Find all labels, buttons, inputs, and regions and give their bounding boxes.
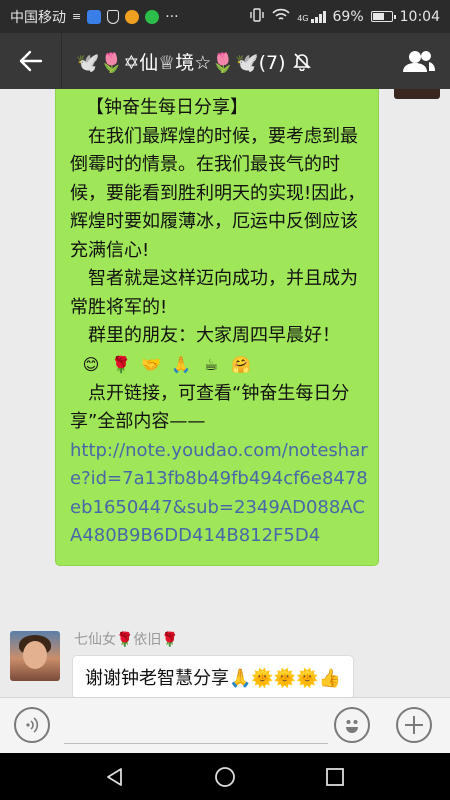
voice-button[interactable] <box>14 707 50 743</box>
message-paragraph: 在我们最辉煌的时候，要考虑到最倒霉时的情景。在我们最丧气的时候，要能看到胜利明天… <box>70 125 366 261</box>
group-members-button[interactable] <box>388 33 450 89</box>
back-button[interactable] <box>0 33 62 89</box>
message-paragraph: 群里的朋友：大家周四早晨好！ <box>88 325 340 346</box>
message-paragraph: 点开链接，可查看“钟奋生每日分享”全部内容—— <box>70 382 350 433</box>
sim-icon: ≡ <box>72 10 82 23</box>
nav-back-icon <box>107 767 122 786</box>
clock: 10:04 <box>399 8 440 25</box>
emoji-icon <box>346 720 358 733</box>
vibrate-icon <box>249 7 265 26</box>
signal-icon <box>310 10 326 23</box>
chat-title: 🕊️🌷✡仙♕境☆🌷🕊️(7) <box>62 48 388 75</box>
app-notification-icon <box>87 9 102 24</box>
nav-home-button[interactable] <box>205 757 245 797</box>
emoji-row: 😊 🌹 🤝 🙏 ☕ 🤗 <box>70 351 368 380</box>
back-arrow-icon <box>19 50 42 72</box>
battery-percent: 69% <box>332 8 364 25</box>
chat-title-bar: 🕊️🌷✡仙♕境☆🌷🕊️(7) <box>0 33 450 89</box>
group-name: 🕊️🌷✡仙♕境☆🌷🕊️(7) <box>76 51 286 74</box>
rose-emoji-icon: 🌹 <box>111 354 131 374</box>
message-heading: 【钟奋生每日分享】 <box>86 97 248 118</box>
voice-icon <box>26 717 39 733</box>
message-app-icon <box>145 9 160 24</box>
group-members-icon <box>403 51 435 72</box>
network-type-label: 4G <box>297 13 309 23</box>
message-paragraph: 智者就是这样迈向成功，并且成为常胜将军的! <box>70 268 358 318</box>
nav-back-button[interactable] <box>95 757 135 797</box>
pray-emoji-icon: 🙏 <box>171 354 191 374</box>
shield-icon <box>107 9 120 24</box>
incoming-message-bubble[interactable]: 谢谢钟老智慧分享🙏🌞🌞🌞👍 <box>72 655 355 697</box>
hug-emoji-icon: 🤗 <box>231 354 251 374</box>
nav-home-icon <box>215 766 235 787</box>
nav-recents-icon <box>326 767 344 786</box>
wifi-icon <box>272 8 290 26</box>
system-navigation-bar <box>0 753 450 800</box>
message-input[interactable] <box>64 708 328 744</box>
handshake-emoji-icon: 🤝 <box>141 354 161 374</box>
smile-emoji-icon: 😊 <box>82 354 100 374</box>
battery-icon <box>370 11 396 22</box>
more-functions-button[interactable] <box>396 707 432 743</box>
sender-avatar[interactable] <box>10 631 60 681</box>
emoji-button[interactable] <box>334 707 370 743</box>
coffee-emoji-icon: ☕ <box>203 354 219 374</box>
chat-input-bar <box>0 697 450 753</box>
nav-recents-button[interactable] <box>315 757 355 797</box>
plus-icon <box>405 716 423 734</box>
message-link[interactable]: http://note.youdao.com/noteshare?id=7a13… <box>70 437 368 551</box>
browser-icon <box>125 9 140 24</box>
self-avatar[interactable] <box>394 89 440 99</box>
more-notifications-icon: ··· <box>165 8 179 25</box>
outgoing-message-bubble[interactable]: 【钟奋生每日分享】 在我们最辉煌的时候，要考虑到最倒霉时的情景。在我们最丧气的时… <box>55 89 379 566</box>
mute-bell-icon <box>292 51 312 71</box>
chat-messages[interactable]: 【钟奋生每日分享】 在我们最辉煌的时候，要考虑到最倒霉时的情景。在我们最丧气的时… <box>0 89 450 697</box>
status-bar: 中国移动 ≡ ··· 4G 69% 10:04 <box>0 0 450 33</box>
carrier-label: 中国移动 <box>10 9 66 26</box>
sender-name: 七仙女🌹依旧🌹 <box>74 632 179 648</box>
